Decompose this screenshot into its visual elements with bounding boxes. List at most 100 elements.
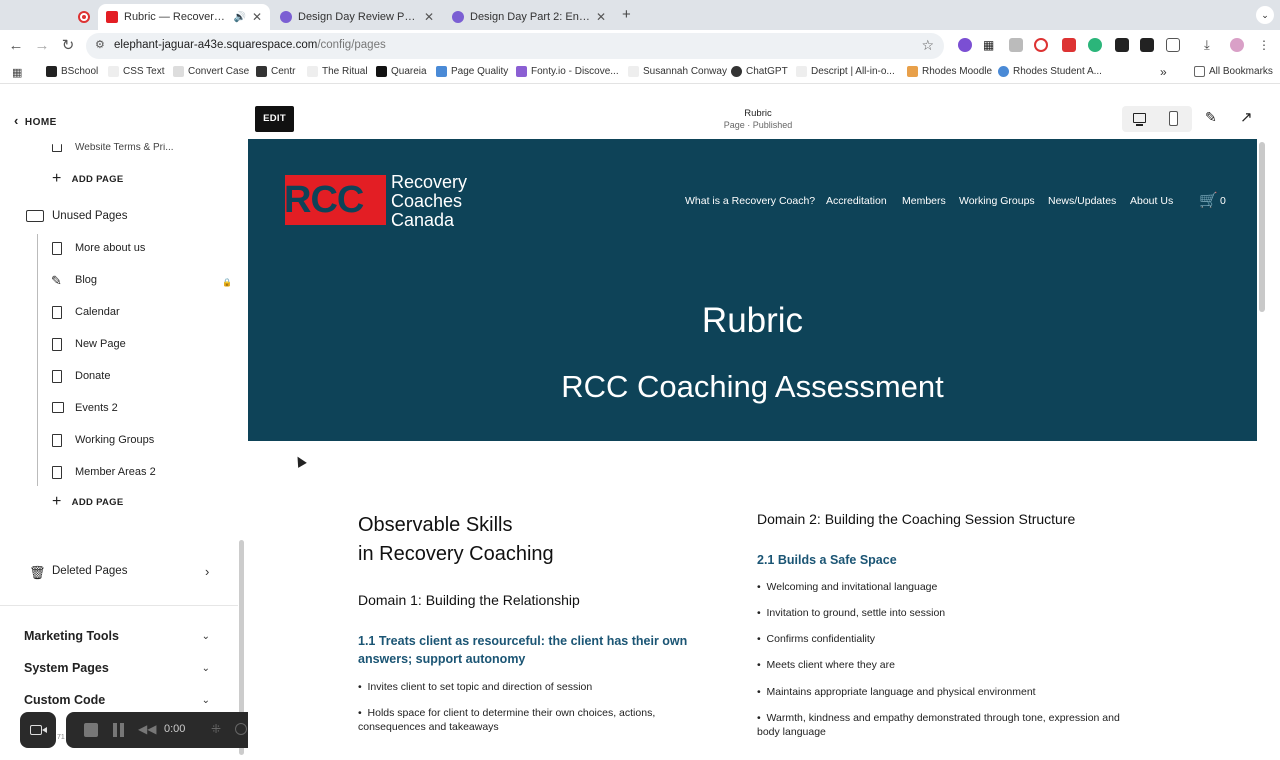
mobile-view-icon[interactable] <box>1169 111 1178 126</box>
design-brush-icon[interactable]: ✎ <box>1205 109 1217 126</box>
list-item: • Maintains appropriate language and phy… <box>757 686 1036 698</box>
bookmark-item[interactable]: Convert Case <box>173 66 249 77</box>
page-item-donate[interactable]: Donate <box>75 370 110 382</box>
chevron-left-icon: ‹ <box>14 113 19 128</box>
add-page-button[interactable]: + ADD PAGE <box>52 170 124 188</box>
bookmark-item[interactable]: BSchool <box>46 66 98 77</box>
hero-title: Rubric <box>701 301 804 340</box>
desktop-view-icon[interactable] <box>1133 113 1146 123</box>
rewind-icon[interactable]: ◀◀ <box>138 722 156 736</box>
m-extension-icon[interactable] <box>1088 38 1102 52</box>
tab-design-day-1[interactable]: Design Day Review Part One ✕ <box>272 4 442 30</box>
bookmark-item[interactable]: Susannah Conway <box>628 66 727 77</box>
bookmark-item[interactable]: Rhodes Student A... <box>998 66 1102 77</box>
page-icon <box>52 144 62 152</box>
tab-design-day-2[interactable]: Design Day Part 2: Enhancing ✕ <box>444 4 614 30</box>
rcc-logo[interactable]: RCC <box>284 175 386 225</box>
all-bookmarks-folder[interactable]: All Bookmarks <box>1194 66 1273 77</box>
skill-2-1-heading: 2.1 Builds a Safe Space <box>757 553 897 567</box>
page-item-blog[interactable]: Blog <box>75 274 97 286</box>
bookmark-item[interactable]: Descript | All-in-o... <box>796 66 895 77</box>
nav-about-us[interactable]: About Us <box>1130 195 1173 207</box>
f-extension-icon[interactable] <box>1140 38 1154 52</box>
bookmark-item[interactable]: Quareia <box>376 66 427 77</box>
nav-news-updates[interactable]: News/Updates <box>1048 195 1116 207</box>
nav-accreditation[interactable]: Accreditation <box>826 195 887 207</box>
page-title: Rubric <box>744 108 772 119</box>
tab-search-icon[interactable]: ⌄ <box>1256 6 1274 24</box>
back-icon[interactable]: ← <box>6 36 26 56</box>
grid-extension-icon[interactable]: ▦ <box>983 38 997 52</box>
page-item-more-about-us[interactable]: More about us <box>75 242 145 254</box>
page-item-events-2[interactable]: Events 2 <box>75 402 118 414</box>
bookmark-item[interactable]: The Ritual <box>307 66 368 77</box>
tab-rubric[interactable]: Rubric — Recovery Coach 🔊 ✕ <box>98 4 270 30</box>
page-item-calendar[interactable]: Calendar <box>75 306 120 318</box>
calendar-extension-icon[interactable] <box>1062 38 1076 52</box>
bookmark-item[interactable]: Centr <box>256 66 295 77</box>
site-info-icon[interactable]: ⚙ <box>95 38 105 51</box>
deleted-pages-link[interactable]: Deleted Pages <box>52 565 127 577</box>
chevron-down-icon[interactable]: ⌄ <box>202 631 210 642</box>
apps-grid-icon[interactable]: ▦ <box>12 66 22 79</box>
close-tab-icon[interactable]: ✕ <box>590 10 606 24</box>
bookmark-item[interactable]: Fonty.io - Discove... <box>516 66 619 77</box>
tree-line <box>37 234 38 486</box>
system-pages-section[interactable]: System Pages <box>24 661 109 675</box>
chevron-down-icon[interactable]: ⌄ <box>202 663 210 674</box>
page-item-working-groups[interactable]: Working Groups <box>75 434 154 446</box>
grid-icon[interactable]: ⁜ <box>211 722 221 736</box>
chevron-down-icon[interactable]: ⌄ <box>202 695 210 706</box>
address-bar[interactable]: ⚙ elephant-jaguar-a43e.squarespace.com/c… <box>86 33 944 59</box>
bookmark-item[interactable]: CSS Text <box>108 66 165 77</box>
add-page-button[interactable]: + ADD PAGE <box>52 493 124 511</box>
open-external-icon[interactable]: ↗ <box>1240 108 1253 126</box>
tab-recording[interactable] <box>70 4 98 30</box>
nav-members[interactable]: Members <box>902 195 946 207</box>
list-item: • Confirms confidentiality <box>757 633 876 645</box>
bookmark-item[interactable]: Rhodes Moodle <box>907 66 992 77</box>
view-toggle <box>1122 106 1192 132</box>
custom-code-section[interactable]: Custom Code <box>24 693 105 707</box>
forward-icon[interactable]: → <box>32 36 52 56</box>
unused-pages-folder[interactable]: Unused Pages <box>52 210 127 222</box>
restart-icon[interactable] <box>235 723 247 735</box>
profile-avatar-icon[interactable] <box>1230 38 1244 52</box>
page-item-new-page[interactable]: New Page <box>75 338 126 350</box>
stop-icon[interactable] <box>84 723 98 737</box>
edit-button[interactable]: EDIT <box>255 106 294 132</box>
bookmark-star-icon[interactable]: ☆ <box>921 37 934 54</box>
domain-2-heading: Domain 2: Building the Coaching Session … <box>757 511 1076 527</box>
bookmarks-overflow-icon[interactable]: » <box>1160 65 1167 79</box>
camera-extension-icon[interactable] <box>1009 38 1023 52</box>
home-link[interactable]: ‹ HOME <box>14 113 57 128</box>
bookmarks-bar: ▦ BSchool CSS Text Convert Case Centr Th… <box>0 62 1280 84</box>
menu-kebab-icon[interactable]: ⋮ <box>1258 38 1272 52</box>
page-icon <box>52 242 62 255</box>
url-text: elephant-jaguar-a43e.squarespace.com/con… <box>114 39 386 51</box>
extension-icon[interactable] <box>1115 38 1129 52</box>
preview-scrollbar[interactable] <box>1259 142 1265 312</box>
nav-what-is-recovery-coach[interactable]: What is a Recovery Coach? <box>685 195 815 207</box>
cart-icon[interactable]: 🛒 <box>1199 191 1218 209</box>
bookmark-item[interactable]: ChatGPT <box>731 66 788 77</box>
plus-icon: + <box>52 170 62 187</box>
pages-panel: ‹ HOME Website Terms & Pri... + ADD PAGE U… <box>0 100 248 760</box>
marketing-tools-section[interactable]: Marketing Tools <box>24 629 119 643</box>
download-icon[interactable]: ⤓ <box>1204 38 1218 52</box>
new-tab-icon[interactable]: + <box>622 6 631 23</box>
page-item-partial[interactable]: Website Terms & Pri... <box>75 143 174 152</box>
pause-icon[interactable] <box>113 723 117 737</box>
nav-working-groups[interactable]: Working Groups <box>959 195 1035 207</box>
close-tab-icon[interactable]: ✕ <box>418 10 434 24</box>
puzzle-extension-icon[interactable] <box>1166 38 1180 52</box>
reload-icon[interactable]: ↻ <box>58 36 78 56</box>
pocket-extension-icon[interactable] <box>1034 38 1048 52</box>
bookmark-item[interactable]: Page Quality <box>436 66 508 77</box>
page-item-member-areas-2[interactable]: Member Areas 2 <box>75 466 156 478</box>
close-tab-icon[interactable]: ✕ <box>246 10 262 24</box>
chevron-right-icon[interactable]: › <box>205 564 209 579</box>
recorder-camera-button[interactable] <box>20 712 56 748</box>
extension-icon[interactable] <box>958 38 972 52</box>
tab-label: Rubric — Recovery Coach <box>124 11 229 23</box>
